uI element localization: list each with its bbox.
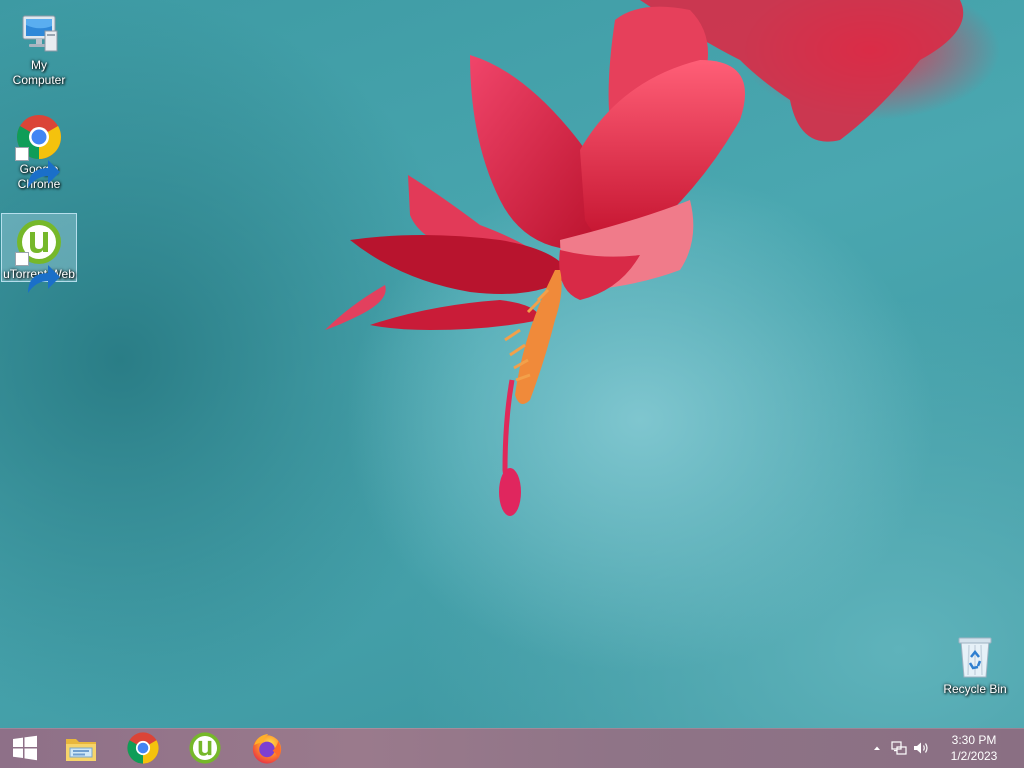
desktop[interactable]: My Computer Google Chrome uTorrent Web R…: [0, 0, 1024, 728]
desktop-icon-label: Recycle Bin: [943, 682, 1007, 696]
show-hidden-icons-chevron[interactable]: [866, 728, 888, 768]
shortcut-arrow-icon: [15, 147, 60, 188]
desktop-icon-label: My Computer: [12, 58, 66, 87]
clock[interactable]: 3:30 PM 1/2/2023: [938, 728, 1010, 768]
taskbar-google-chrome[interactable]: [118, 728, 168, 768]
file-explorer-icon: [66, 739, 96, 761]
shortcut-arrow-icon: [15, 252, 60, 293]
utorrent-icon: [15, 218, 63, 293]
taskbar: 3:30 PM 1/2/2023: [0, 728, 1024, 768]
taskbar-firefox[interactable]: [242, 728, 292, 768]
taskbar-utorrent-web[interactable]: [180, 728, 230, 768]
desktop-icon-recycle-bin[interactable]: Recycle Bin: [937, 628, 1013, 700]
recycle-bin-icon: [951, 633, 999, 681]
chrome-icon: [15, 113, 63, 188]
wallpaper-flower: [325, 0, 1000, 516]
volume-icon[interactable]: [910, 728, 932, 768]
system-tray: 3:30 PM 1/2/2023: [866, 728, 1024, 768]
windows-logo-icon: [13, 735, 37, 761]
desktop-icon-google-chrome[interactable]: Google Chrome: [1, 108, 77, 195]
network-icon[interactable]: [888, 728, 910, 768]
clock-time: 3:30 PM: [951, 733, 997, 747]
computer-icon: [15, 9, 63, 57]
firefox-icon: [252, 733, 282, 764]
desktop-icon-my-computer[interactable]: My Computer: [1, 4, 77, 91]
start-button[interactable]: [0, 728, 50, 768]
taskbar-file-explorer[interactable]: [56, 728, 106, 768]
utorrent-icon: [189, 732, 221, 764]
desktop-icon-utorrent-web[interactable]: uTorrent Web: [1, 213, 77, 293]
chrome-icon: [127, 732, 159, 764]
clock-date: 1/2/2023: [950, 749, 998, 763]
